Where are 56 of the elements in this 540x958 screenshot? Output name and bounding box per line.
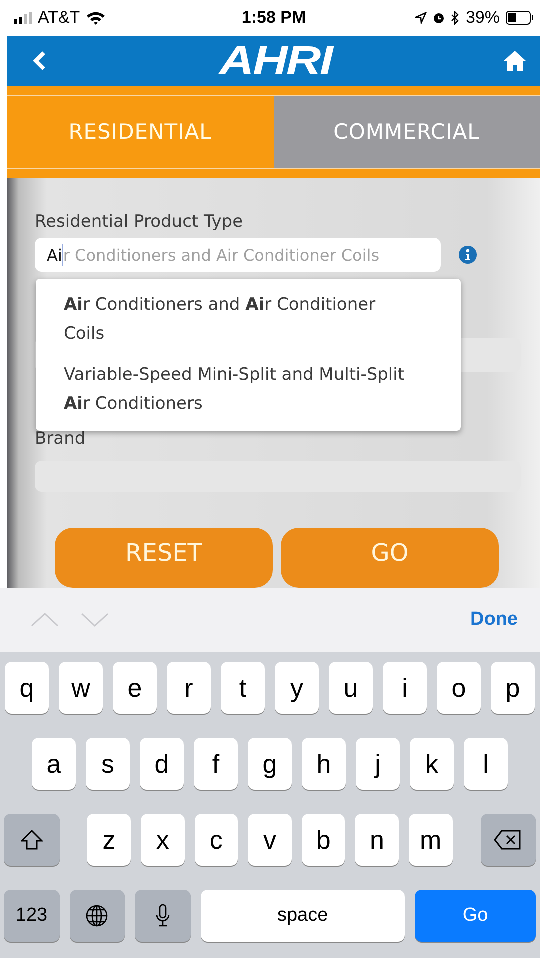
letter-key[interactable]: f [194,738,238,790]
letter-key[interactable]: d [140,738,184,790]
suggestion-item[interactable]: Variable-Speed Mini-Split and Multi-Split Air Conditioners [36,355,461,425]
microphone-icon [156,904,170,928]
field-label: Brand [35,428,87,449]
microphone-key[interactable] [135,890,191,942]
signal-icon [14,12,32,24]
shift-key[interactable] [4,814,60,866]
letter-key[interactable]: h [302,738,346,790]
wifi-icon [86,11,106,25]
letter-key[interactable]: l [464,738,508,790]
done-button[interactable]: Done [464,608,524,632]
letter-key[interactable]: g [248,738,292,790]
letter-key[interactable]: x [141,814,185,866]
globe-key[interactable] [70,890,126,942]
carrier-name: AT&T [38,8,80,28]
field-label: Residential Product Type [35,212,244,232]
info-icon[interactable] [459,246,477,264]
letter-key[interactable]: p [491,662,535,714]
letter-key[interactable]: j [356,738,400,790]
letter-key[interactable]: e [113,662,157,714]
letter-key[interactable]: a [32,738,76,790]
letter-key[interactable]: z [87,814,132,866]
letter-key[interactable]: b [302,814,346,866]
letter-key[interactable]: o [437,662,481,714]
letter-key[interactable]: m [408,814,453,866]
numbers-key[interactable]: 123 [4,890,60,942]
product-type-field[interactable]: Ai r Conditioners and Air Conditioner Coils [35,238,441,272]
letter-key[interactable]: k [410,738,454,790]
letter-key[interactable]: s [86,738,130,790]
globe-icon [86,905,108,927]
letter-key[interactable]: t [221,662,265,714]
delete-key[interactable] [480,814,536,866]
back-icon[interactable] [33,51,47,71]
letter-key[interactable]: r [167,662,211,714]
location-icon [414,12,427,24]
battery-icon [506,11,534,25]
letter-key[interactable]: w [59,662,103,714]
backspace-icon [494,830,522,850]
logo: AHRI [219,38,332,84]
alarm-icon [432,12,445,24]
go-key[interactable]: Go [414,890,536,942]
status-time: 1:58 PM [242,8,306,28]
letter-key[interactable]: y [275,662,319,714]
space-key[interactable]: space [200,890,405,942]
home-icon[interactable] [504,51,526,71]
suggestion-item[interactable]: Air Conditioners and Air Conditioner Coils [36,285,461,355]
battery-percent: 39% [466,8,500,28]
letter-key[interactable]: i [383,662,427,714]
letter-key[interactable]: u [329,662,373,714]
bluetooth-icon [450,11,460,25]
letter-key[interactable]: n [355,814,399,866]
letter-key[interactable]: v [248,814,292,866]
shift-icon [20,830,43,850]
letter-key[interactable]: q [5,662,49,714]
letter-key[interactable]: c [194,814,238,866]
